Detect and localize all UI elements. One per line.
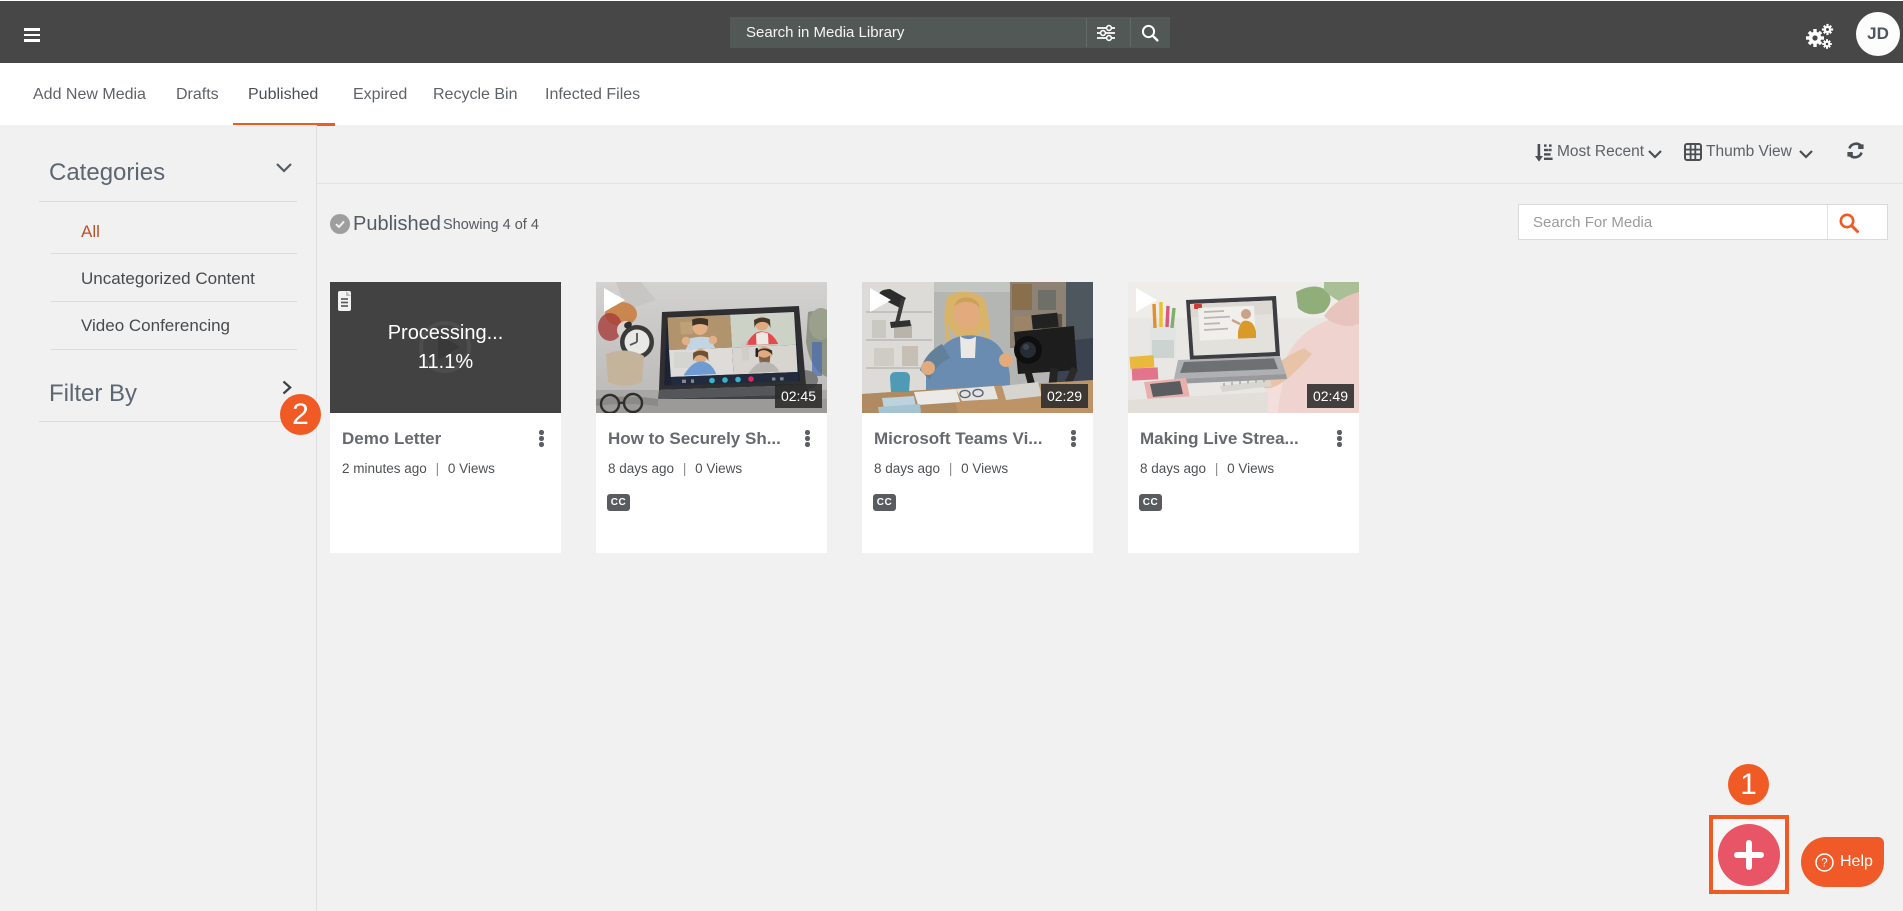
svg-text:?: ? — [1821, 858, 1827, 870]
